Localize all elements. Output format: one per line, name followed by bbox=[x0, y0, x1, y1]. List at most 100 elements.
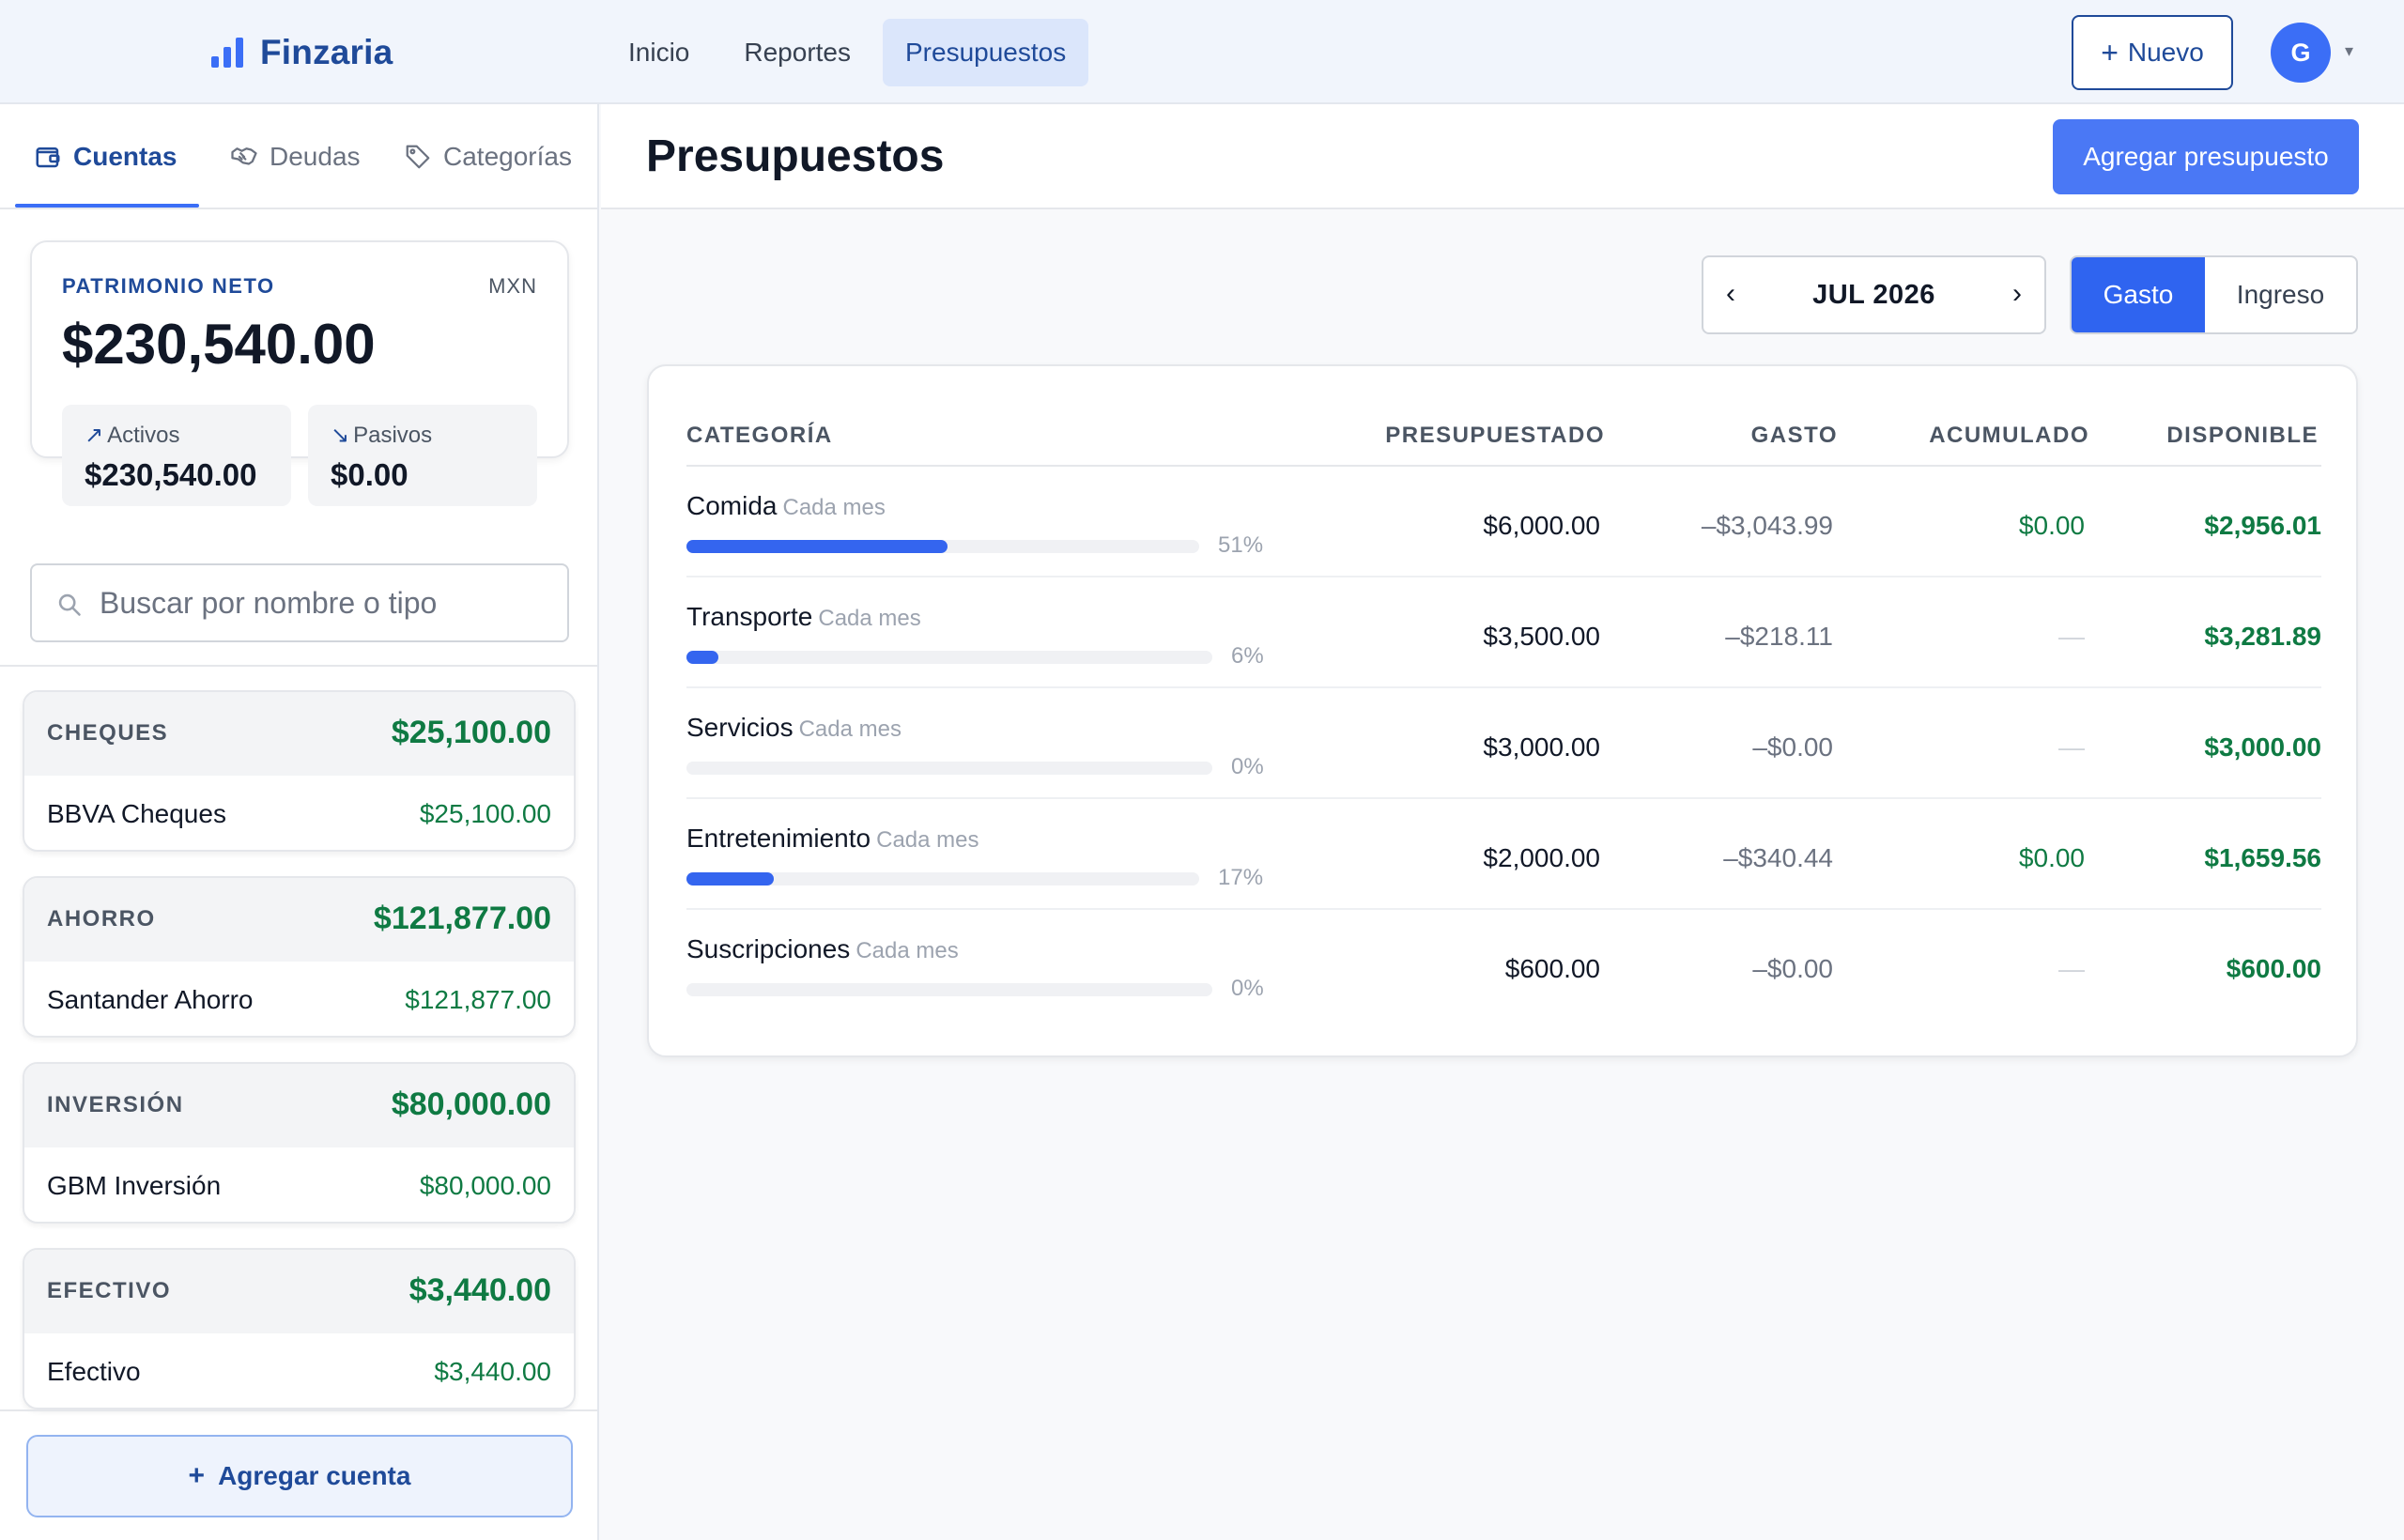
top-navbar: Finzaria Inicio Reportes Presupuestos + … bbox=[0, 0, 2404, 104]
nav-item-reportes[interactable]: Reportes bbox=[721, 19, 873, 86]
progress-percent: 17% bbox=[1218, 865, 1264, 890]
accumulated-amount: — bbox=[2058, 732, 2085, 762]
page-header: Presupuestos Agregar presupuesto bbox=[601, 104, 2404, 209]
account-group-total: $80,000.00 bbox=[391, 1086, 551, 1122]
account-group-efectivo[interactable]: EFECTIVO $3,440.00 Efectivo $3,440.00 bbox=[23, 1248, 576, 1409]
brand-logo[interactable]: Finzaria bbox=[211, 28, 393, 77]
account-group-name: EFECTIVO bbox=[47, 1278, 172, 1303]
category-name: Transporte Cada mes bbox=[686, 602, 921, 632]
plus-icon: + bbox=[2101, 35, 2119, 69]
spent-amount: –$218.11 bbox=[1725, 622, 1833, 651]
tag-icon bbox=[406, 145, 430, 169]
table-row[interactable]: Comida Cada mes 51% $6,000.00 –$3,043.99 $0.0… bbox=[686, 467, 2321, 578]
table-row[interactable]: Suscripciones Cada mes 0% $600.00 –$0.00 — $60… bbox=[686, 910, 2321, 1021]
wallet-icon bbox=[36, 147, 60, 168]
account-amount: $121,877.00 bbox=[405, 985, 551, 1014]
budgeted-amount: $2,000.00 bbox=[1483, 843, 1600, 872]
assets-label: Activos bbox=[107, 423, 180, 448]
chevron-down-icon[interactable]: ▾ bbox=[2345, 41, 2353, 61]
account-group-total: $3,440.00 bbox=[408, 1272, 551, 1308]
progress-track bbox=[686, 872, 1199, 886]
nav-item-presupuestos[interactable]: Presupuestos bbox=[883, 19, 1089, 86]
add-account-button[interactable]: + Agregar cuenta bbox=[26, 1435, 573, 1517]
search-input[interactable] bbox=[100, 578, 550, 627]
new-button[interactable]: + Nuevo bbox=[2072, 15, 2233, 90]
progress-fill bbox=[686, 872, 774, 886]
budgeted-amount: $600.00 bbox=[1504, 954, 1600, 983]
header-budgeted: PRESUPUESTADO bbox=[1385, 423, 1605, 448]
category-name: Servicios Cada mes bbox=[686, 713, 902, 743]
category-name: Entretenimiento Cada mes bbox=[686, 824, 979, 854]
accumulated-amount: — bbox=[2058, 622, 2085, 651]
tab-categorias[interactable]: Categorías bbox=[404, 104, 572, 209]
assets-box: ↗ Activos $230,540.00 bbox=[62, 405, 291, 506]
search-icon bbox=[58, 593, 81, 616]
spent-amount: –$0.00 bbox=[1752, 954, 1833, 983]
accumulated-amount: — bbox=[2058, 954, 2085, 983]
account-group-total: $121,877.00 bbox=[373, 901, 551, 936]
account-group-name: AHORRO bbox=[47, 906, 156, 932]
account-name: Santander Ahorro bbox=[47, 985, 254, 1014]
spent-amount: –$0.00 bbox=[1752, 732, 1833, 762]
sidebar: Cuentas Deudas Categorías PATRIMONIO NET… bbox=[0, 104, 599, 1540]
table-row[interactable]: Entretenimiento Cada mes 17% $2,000.00 –$340… bbox=[686, 799, 2321, 910]
progress-track bbox=[686, 762, 1212, 775]
account-group-cheques[interactable]: CHEQUES $25,100.00 BBVA Cheques $25,100.… bbox=[23, 690, 576, 852]
account-amount: $3,440.00 bbox=[434, 1357, 551, 1386]
header-spent: GASTO bbox=[1750, 423, 1838, 448]
budgeted-amount: $6,000.00 bbox=[1483, 511, 1600, 540]
available-amount: $2,956.01 bbox=[2204, 511, 2321, 540]
budgeted-amount: $3,500.00 bbox=[1483, 622, 1600, 651]
main-nav: Inicio Reportes Presupuestos bbox=[606, 19, 1089, 86]
user-avatar[interactable]: G bbox=[2271, 23, 2331, 83]
brand-name: Finzaria bbox=[260, 33, 393, 71]
tab-deudas-label: Deudas bbox=[270, 142, 361, 171]
spent-amount: –$3,043.99 bbox=[1701, 511, 1833, 540]
progress-track bbox=[686, 651, 1212, 664]
account-group-ahorro[interactable]: AHORRO $121,877.00 Santander Ahorro $121… bbox=[23, 876, 576, 1038]
nav-item-inicio[interactable]: Inicio bbox=[606, 19, 712, 86]
search-box bbox=[30, 563, 569, 642]
tab-cuentas[interactable]: Cuentas bbox=[34, 104, 177, 209]
progress-percent: 0% bbox=[1231, 976, 1264, 1001]
tab-deudas[interactable]: Deudas bbox=[230, 104, 361, 209]
chevron-right-icon[interactable]: › bbox=[2012, 278, 2022, 310]
account-group-inversion[interactable]: INVERSIÓN $80,000.00 GBM Inversión $80,0… bbox=[23, 1062, 576, 1224]
liabilities-box: ↘ Pasivos $0.00 bbox=[308, 405, 537, 506]
progress-fill bbox=[686, 651, 718, 664]
account-group-header: INVERSIÓN $80,000.00 bbox=[24, 1064, 574, 1147]
category-label: Suscripciones bbox=[686, 934, 851, 963]
toggle-gasto[interactable]: Gasto bbox=[2072, 257, 2205, 332]
table-row[interactable]: Transporte Cada mes 6% $3,500.00 –$218.11 — $3… bbox=[686, 578, 2321, 688]
tab-categorias-label: Categorías bbox=[443, 142, 572, 171]
frequency-label: Cada mes bbox=[818, 606, 921, 631]
plus-icon: + bbox=[188, 1460, 206, 1491]
month-selector: ‹ JUL 2026 › bbox=[1702, 255, 2046, 334]
net-worth-value: $230,540.00 bbox=[62, 313, 376, 376]
divider bbox=[0, 665, 597, 667]
available-amount: $600.00 bbox=[2226, 954, 2321, 983]
account-group-name: INVERSIÓN bbox=[47, 1092, 184, 1117]
toggle-ingreso[interactable]: Ingreso bbox=[2205, 257, 2356, 332]
progress-percent: 51% bbox=[1218, 532, 1264, 558]
table-row[interactable]: Servicios Cada mes 0% $3,000.00 –$0.00 — $3,00… bbox=[686, 688, 2321, 799]
header-accumulated: ACUMULADO bbox=[1929, 423, 2089, 448]
page-title: Presupuestos bbox=[646, 131, 945, 181]
type-toggle: Gasto Ingreso bbox=[2070, 255, 2358, 334]
frequency-label: Cada mes bbox=[798, 716, 902, 742]
account-amount: $25,100.00 bbox=[419, 799, 551, 828]
month-label: JUL 2026 bbox=[1812, 280, 1935, 310]
account-name: GBM Inversión bbox=[47, 1171, 222, 1200]
account-group-name: CHEQUES bbox=[47, 720, 169, 746]
progress-fill bbox=[686, 540, 948, 553]
header-category: CATEGORÍA bbox=[686, 423, 833, 448]
category-label: Entretenimiento bbox=[686, 824, 871, 853]
liabilities-label: Pasivos bbox=[353, 423, 433, 448]
category-name: Comida Cada mes bbox=[686, 491, 886, 521]
arrow-up-right-icon: ↗ bbox=[85, 423, 104, 448]
add-account-label: Agregar cuenta bbox=[218, 1461, 411, 1490]
progress-percent: 6% bbox=[1231, 643, 1264, 669]
account-name: Efectivo bbox=[47, 1357, 141, 1386]
add-budget-button[interactable]: Agregar presupuesto bbox=[2053, 119, 2359, 194]
frequency-label: Cada mes bbox=[876, 827, 979, 853]
